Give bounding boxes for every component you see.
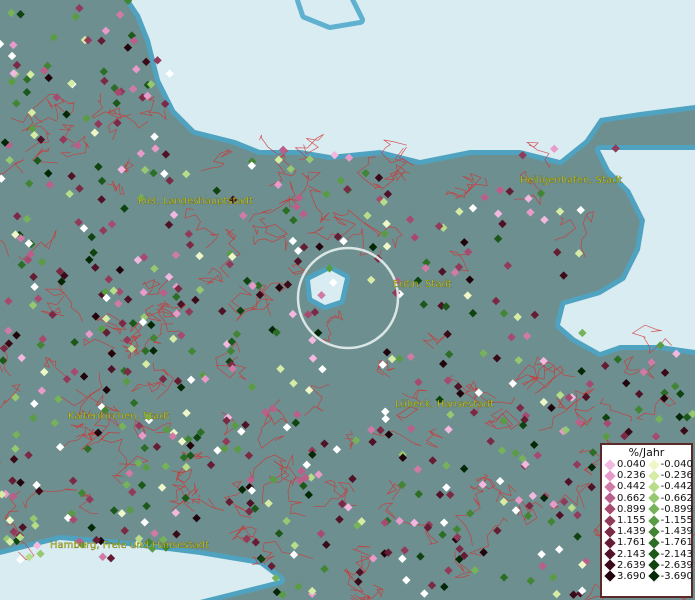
legend-entry-positive: 2.143 xyxy=(604,548,646,560)
legend-symbol xyxy=(647,514,660,527)
legend-symbol xyxy=(604,570,616,583)
legend-entry-positive: 0.899 xyxy=(604,503,646,516)
legend-value: -2.143 xyxy=(660,548,693,560)
label-kaltenkirchen: Kaltenkirchen, Stadt xyxy=(68,411,170,422)
legend-value: 1.761 xyxy=(617,537,646,549)
legend-symbol xyxy=(604,458,616,471)
legend-symbol xyxy=(647,570,660,583)
legend-symbol xyxy=(647,526,660,538)
legend-entry-positive: 2.639 xyxy=(604,559,646,571)
legend-value: 0.442 xyxy=(617,481,646,493)
legend-rows: 0.040 -0.040 0.236 -0.236 0.442 -0.442 0.662 -0… xyxy=(602,458,693,583)
legend-value: 0.236 xyxy=(617,470,646,482)
legend-symbol xyxy=(647,470,660,482)
legend-entry-positive: 1.761 xyxy=(604,537,646,549)
legend-symbol xyxy=(604,548,616,560)
legend-entry-negative: -1.761 xyxy=(647,537,693,549)
label-hamburg: Hamburg, Freie und Hansestadt xyxy=(50,540,209,551)
legend-entry-negative: -2.639 xyxy=(647,559,693,571)
legend-symbol xyxy=(604,492,616,504)
legend-value: 0.040 xyxy=(617,459,646,471)
legend: %/Jahr 0.040 -0.040 0.236 -0.236 0.442 -0.442… xyxy=(600,443,693,598)
legend-symbol xyxy=(604,470,616,482)
map-canvas[interactable]: Kiel, Landeshauptstadt Heiligenhafen, St… xyxy=(0,0,695,600)
legend-value: 1.155 xyxy=(617,515,646,527)
legend-symbol xyxy=(647,458,660,471)
legend-symbol xyxy=(604,559,616,571)
legend-entry-negative: -0.040 xyxy=(647,458,693,471)
legend-entry-negative: -0.442 xyxy=(647,481,693,493)
legend-entry-negative: -1.439 xyxy=(647,526,693,538)
legend-value: -0.442 xyxy=(660,481,693,493)
legend-entry-negative: -0.662 xyxy=(647,492,693,504)
legend-entry-positive: 0.236 xyxy=(604,470,646,482)
legend-entry-negative: -0.899 xyxy=(647,503,693,516)
legend-entry-negative: -1.155 xyxy=(647,514,693,527)
legend-value: -0.040 xyxy=(660,459,693,471)
legend-value: -1.761 xyxy=(660,537,693,549)
legend-value: 2.143 xyxy=(617,548,646,560)
legend-value: 0.662 xyxy=(617,492,646,504)
legend-symbol xyxy=(604,514,616,527)
legend-entry-negative: -2.143 xyxy=(647,548,693,560)
legend-value: -0.662 xyxy=(660,492,693,504)
legend-value: 2.639 xyxy=(617,559,646,571)
legend-entry-negative: -3.690 xyxy=(647,570,693,583)
legend-symbol xyxy=(604,526,616,538)
legend-value: -1.439 xyxy=(660,526,693,538)
legend-symbol xyxy=(604,537,616,549)
legend-entry-positive: 3.690 xyxy=(604,570,646,583)
legend-entry-positive: 0.040 xyxy=(604,458,646,471)
legend-value: -1.155 xyxy=(660,515,693,527)
legend-value: 1.439 xyxy=(617,526,646,538)
label-luebeck: Lübeck, Hansestadt xyxy=(395,399,494,410)
legend-value: -2.639 xyxy=(660,559,693,571)
legend-value: 3.690 xyxy=(617,570,646,582)
legend-symbol xyxy=(647,537,660,549)
legend-entry-negative: -0.236 xyxy=(647,470,693,482)
legend-symbol xyxy=(647,503,660,516)
legend-value: -3.690 xyxy=(660,570,693,582)
legend-symbol xyxy=(604,503,616,516)
legend-value: -0.236 xyxy=(660,470,693,482)
legend-symbol xyxy=(647,481,660,493)
legend-value: 0.899 xyxy=(617,503,646,515)
legend-title: %/Jahr xyxy=(628,446,665,459)
legend-entry-positive: 1.439 xyxy=(604,526,646,538)
legend-value: -0.899 xyxy=(660,503,693,515)
label-heiligenhafen: Heiligenhafen, Stadt xyxy=(520,175,622,186)
legend-entry-positive: 0.662 xyxy=(604,492,646,504)
label-eutin: Eutin, Stadt xyxy=(393,279,452,290)
legend-entry-positive: 0.442 xyxy=(604,481,646,493)
label-kiel: Kiel, Landeshauptstadt xyxy=(138,196,253,207)
legend-entry-positive: 1.155 xyxy=(604,514,646,527)
legend-symbol xyxy=(604,481,616,493)
